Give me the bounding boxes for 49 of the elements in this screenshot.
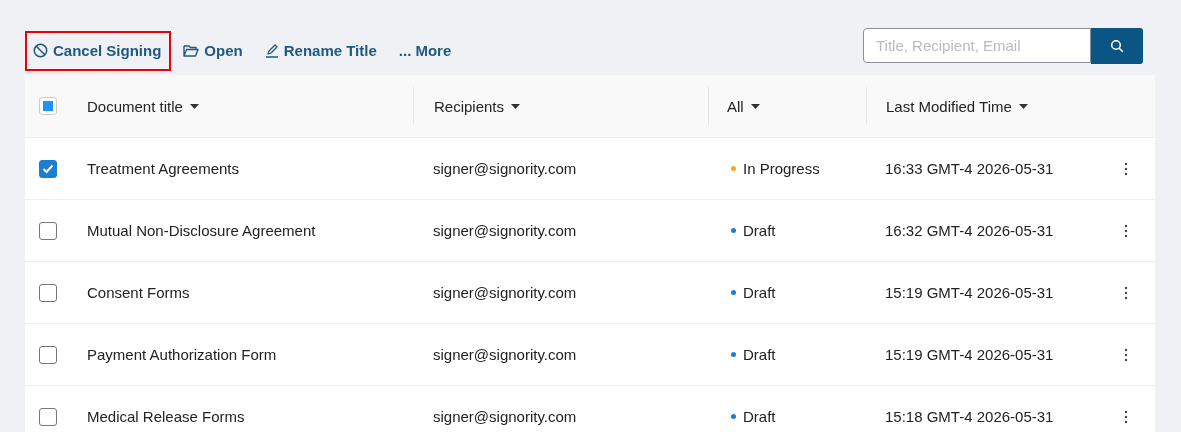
modified-time: 15:19 GMT-4 2026-05-31 [885,284,1054,301]
modified-time: 15:19 GMT-4 2026-05-31 [885,346,1054,363]
status-label: Draft [743,284,776,301]
caret-icon [1018,103,1028,109]
document-title[interactable]: Consent Forms [87,284,190,301]
row-checkbox[interactable] [39,283,57,302]
row-checkbox[interactable] [39,345,57,364]
row-checkbox[interactable] [39,221,57,240]
column-header[interactable]: Recipients [434,97,521,115]
kebab-menu-icon[interactable] [1124,409,1128,424]
folder-icon [183,44,200,57]
modified-time: 15:18 GMT-4 2026-05-31 [885,408,1054,425]
toolbar-button[interactable]: ... More [390,30,462,71]
column-header[interactable]: Last Modified Time [886,97,1028,115]
search-button[interactable] [1091,28,1143,64]
caret-icon [750,103,760,109]
recipient-email: signer@signority.com [433,284,577,301]
kebab-menu-icon[interactable] [1124,347,1128,362]
toolbar-button[interactable]: Rename Title [256,30,387,71]
toolbar-button[interactable]: Cancel Signing [25,30,172,71]
status-label: Draft [743,222,776,239]
caret-icon [189,103,199,109]
column-header[interactable]: All [727,97,760,115]
column-header[interactable]: Document title [87,97,199,115]
recipient-email: signer@signority.com [433,408,577,425]
modified-time: 16:32 GMT-4 2026-05-31 [885,222,1054,239]
kebab-menu-icon[interactable] [1124,161,1128,176]
status-label: Draft [743,346,776,363]
document-title[interactable]: Medical Release Forms [87,408,245,425]
caret-icon [511,103,521,109]
prohibited-icon [33,43,48,58]
select-all-checkbox[interactable] [39,97,57,115]
status-label: Draft [743,408,776,425]
pencil-icon [264,43,279,58]
document-title[interactable]: Payment Authorization Form [87,346,277,363]
row-checkbox[interactable] [39,407,57,426]
recipient-email: signer@signority.com [433,222,577,239]
modified-time: 16:33 GMT-4 2026-05-31 [885,160,1054,177]
kebab-menu-icon[interactable] [1124,223,1128,238]
toolbar-button[interactable]: Open [175,30,253,71]
search-field[interactable]: Title, Recipient, Email [863,28,1091,63]
document-title[interactable]: Mutual Non-Disclosure Agreement [87,222,316,239]
row-checkbox[interactable] [39,159,57,178]
recipient-email: signer@signority.com [433,346,577,363]
document-title[interactable]: Treatment Agreements [87,160,239,177]
search-icon [1110,39,1124,53]
recipient-email: signer@signority.com [433,160,577,177]
kebab-menu-icon[interactable] [1124,285,1128,300]
status-label: In Progress [743,160,820,177]
